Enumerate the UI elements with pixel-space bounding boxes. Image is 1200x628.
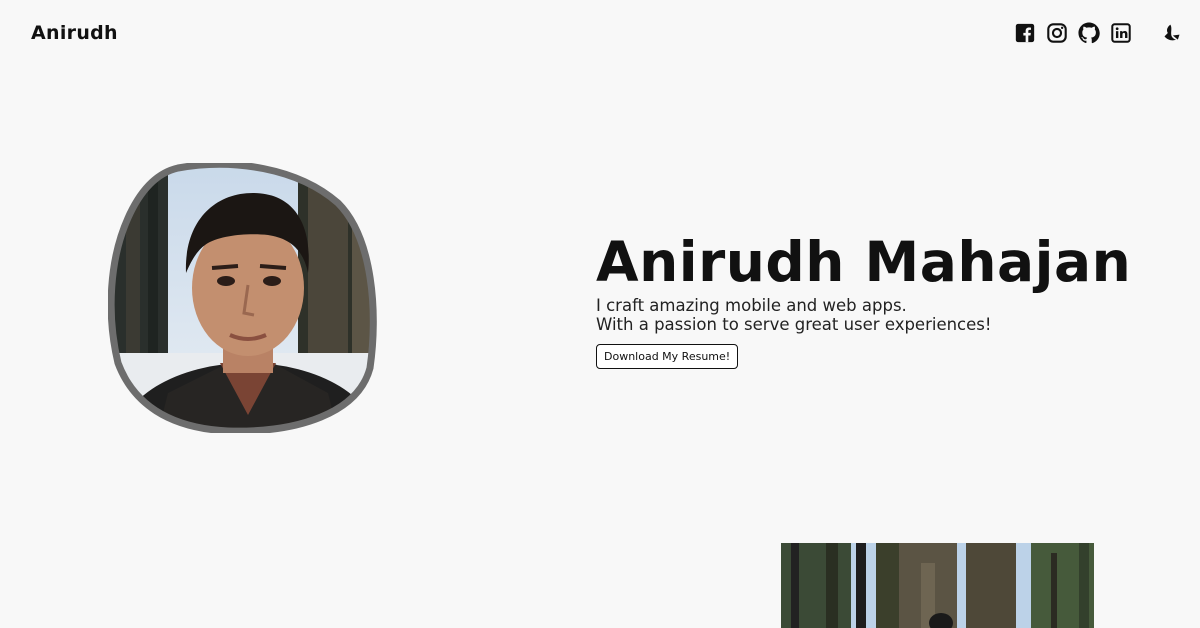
hero-tagline-line2: With a passion to serve great user exper…	[596, 314, 992, 334]
avatar-image	[108, 163, 377, 433]
linkedin-icon	[1111, 23, 1131, 43]
instagram-icon	[1047, 23, 1067, 43]
hero-section: Anirudh Mahajan I craft amazing mobile a…	[596, 232, 1156, 369]
page: Anirudh Anirudh Mahajan I craft amazing …	[0, 0, 1200, 628]
social-links	[1014, 22, 1132, 44]
theme-toggle-button[interactable]	[1162, 23, 1182, 43]
hero-name: Anirudh Mahajan	[596, 230, 1132, 294]
hero-tagline-line1: I craft amazing mobile and web apps.	[596, 295, 907, 315]
profile-avatar	[108, 163, 378, 433]
github-link[interactable]	[1078, 22, 1100, 44]
moon-icon	[1164, 24, 1180, 41]
download-resume-button[interactable]: Download My Resume!	[596, 343, 739, 369]
brand-logo[interactable]: Anirudh	[31, 22, 118, 44]
linkedin-link[interactable]	[1110, 22, 1132, 44]
facebook-link[interactable]	[1014, 22, 1036, 44]
forest-photo	[781, 543, 1094, 628]
instagram-link[interactable]	[1046, 22, 1068, 44]
facebook-icon	[1015, 23, 1035, 43]
github-icon	[1078, 22, 1100, 44]
forest-photo-image	[781, 543, 1094, 628]
